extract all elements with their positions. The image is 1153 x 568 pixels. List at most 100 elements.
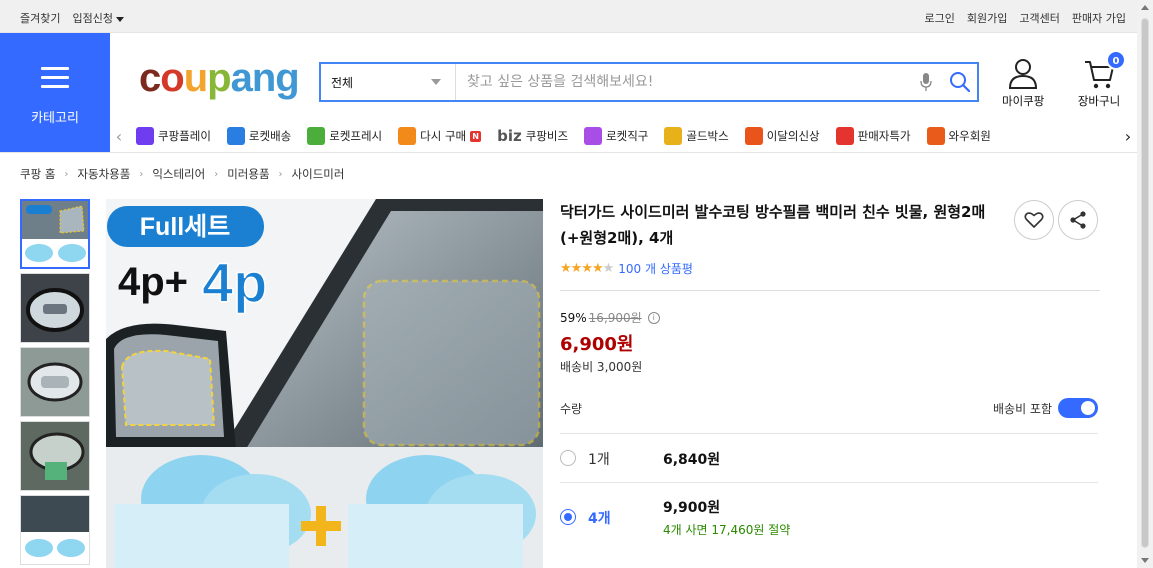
quick-nav-bar: ‹ 쿠팡플레이 로켓배송 로켓프레시 다시 구매 N biz 쿠팡비즈 로켓직구 골드박스 이달의…: [110, 120, 1137, 152]
quick-nav-label: 이달의신상: [766, 129, 820, 143]
quick-nav-items: 쿠팡플레이 로켓배송 로켓프레시 다시 구매 N biz 쿠팡비즈 로켓직구 골드박스 이달의신상…: [128, 120, 1119, 152]
thumbnail-1[interactable]: [20, 199, 90, 269]
thumbnail-4[interactable]: [20, 421, 90, 491]
share-button[interactable]: [1058, 200, 1098, 240]
quick-nav-label: 쿠팡플레이: [158, 129, 211, 143]
chevron-down-icon: [115, 16, 124, 22]
logo-letter: g: [275, 56, 299, 100]
option-2-row[interactable]: 4개 9,900원 4개 사면 17,460원 절약: [560, 483, 1098, 553]
quick-nav-item[interactable]: 로켓직구: [584, 127, 648, 145]
signup-link[interactable]: 회원가입: [967, 10, 1007, 26]
nav-prev-arrow-icon[interactable]: ‹: [110, 120, 128, 152]
chevron-right-icon: ›: [139, 168, 144, 180]
shipping-fee: 배송비 3,000원: [560, 360, 643, 374]
option-2-price: 9,900원: [663, 500, 721, 516]
chevron-right-icon: ›: [64, 168, 69, 180]
discount-row: 59% 16,900원 i: [560, 309, 1100, 326]
scroll-down-arrow-icon[interactable]: [1141, 558, 1149, 563]
quantity-row: 수량 배송비 포함: [560, 396, 1098, 420]
star-icon: ★: [560, 261, 572, 276]
quick-nav-item[interactable]: 골드박스: [664, 127, 729, 145]
thumbnail-list: [20, 199, 90, 568]
thumbnail-2[interactable]: [20, 273, 90, 343]
breadcrumb-item[interactable]: 사이드미러: [292, 166, 345, 182]
customer-center-link[interactable]: 고객센터: [1019, 10, 1059, 26]
info-icon[interactable]: i: [647, 311, 660, 324]
main-image-subline-right: 4p: [202, 251, 267, 314]
mypage-button[interactable]: 마이쿠팡: [1002, 58, 1044, 109]
discount-rate: 59%: [560, 310, 587, 325]
option-2-radio[interactable]: [560, 509, 576, 525]
review-count-link[interactable]: 100 개 상품평: [618, 260, 693, 277]
search-category-select[interactable]: 전체: [321, 64, 456, 100]
coupang-logo[interactable]: coupang: [139, 56, 300, 100]
dropdown-arrow-icon: [431, 79, 441, 85]
quick-nav-item[interactable]: 판매자특가: [835, 127, 911, 145]
logo-letter: p: [207, 56, 231, 100]
heart-icon: [1024, 212, 1044, 228]
thumbnail-5[interactable]: [20, 495, 90, 565]
category-menu-button[interactable]: 카테고리: [0, 33, 110, 152]
thumbnail-3[interactable]: [20, 347, 90, 417]
rocket-fresh-icon: [307, 127, 326, 145]
breadcrumb-item[interactable]: 자동차용품: [77, 166, 130, 182]
quick-nav-item[interactable]: 다시 구매 N: [398, 127, 482, 145]
breadcrumb-item[interactable]: 미러용품: [227, 166, 269, 182]
header-divider: [0, 152, 1137, 153]
quantity-label: 수량: [560, 402, 583, 416]
main-image-subline-left: 4p+: [118, 260, 188, 304]
login-link[interactable]: 로그인: [925, 10, 955, 26]
search-icon[interactable]: [943, 64, 977, 100]
breadcrumb-item[interactable]: 익스테리어: [152, 166, 205, 182]
quick-nav-label: 로켓프레시: [329, 129, 383, 143]
logo-letter: c: [139, 56, 161, 100]
seller-deal-icon: [835, 127, 854, 145]
new-badge: N: [470, 130, 482, 142]
goldbox-icon: [664, 127, 683, 145]
nav-next-arrow-icon[interactable]: ›: [1119, 120, 1137, 152]
quick-nav-item[interactable]: 로켓배송: [226, 127, 291, 145]
option-2-saving: 4개 사면 17,460원 절약: [663, 523, 791, 537]
option-1-row[interactable]: 1개 6,840원: [560, 434, 1098, 482]
star-icon: ★: [602, 261, 615, 276]
original-price: 16,900원: [588, 311, 642, 325]
seller-apply-menu[interactable]: 입점신청: [72, 10, 124, 26]
chevron-right-icon: ›: [278, 168, 283, 180]
microphone-icon[interactable]: [909, 64, 943, 100]
chevron-right-icon: ›: [214, 168, 219, 180]
quick-nav-item[interactable]: 로켓프레시: [307, 127, 382, 145]
wishlist-button[interactable]: [1014, 200, 1054, 240]
product-title: 닥터가드 사이드미러 발수코팅 방수필름 백미러 친수 빗물, 원형2매(+원형…: [560, 203, 986, 247]
shipping-included-label: 배송비 포함: [992, 402, 1052, 416]
option-1-radio[interactable]: [560, 450, 576, 466]
quick-nav-item[interactable]: biz 쿠팡비즈: [497, 127, 568, 145]
main-product-image[interactable]: Full세트 4p+ 4p: [106, 199, 543, 568]
cart-button[interactable]: 0 장바구니: [1074, 50, 1126, 109]
seller-signup-link[interactable]: 판매자 가입: [1072, 10, 1126, 26]
breadcrumb: 쿠팡 홈 › 자동차용품 › 익스테리어 › 미러용품 › 사이드미러: [20, 166, 344, 182]
option-1-price: 6,840원: [663, 452, 721, 468]
sale-price: 6,900원: [560, 334, 634, 355]
quick-nav-label: 와우회원: [948, 129, 991, 143]
biz-icon: biz: [497, 127, 522, 145]
quick-nav-item[interactable]: 쿠팡플레이: [136, 127, 211, 145]
rebuy-icon: [398, 127, 417, 145]
main-image-headline: Full세트: [140, 213, 230, 241]
new-arrivals-icon: [744, 127, 763, 145]
favorites-link[interactable]: 즐겨찾기: [20, 10, 60, 26]
mypage-label: 마이쿠팡: [1002, 94, 1045, 108]
option-1-count: 1개: [588, 452, 610, 468]
product-photo: Full세트 4p+ 4p: [106, 199, 543, 568]
price-divider: [560, 290, 1100, 291]
quick-nav-item[interactable]: 와우회원: [926, 127, 991, 145]
scroll-up-arrow-icon[interactable]: [1141, 5, 1149, 10]
vertical-scrollbar[interactable]: [1137, 0, 1153, 568]
star-icon: ★: [570, 261, 583, 276]
breadcrumb-item[interactable]: 쿠팡 홈: [20, 166, 55, 182]
seller-apply-label: 입점신청: [72, 12, 113, 25]
quick-nav-item[interactable]: 이달의신상: [744, 127, 820, 145]
shipping-included-toggle[interactable]: [1058, 398, 1098, 418]
search-input[interactable]: [456, 64, 909, 100]
scrollbar-thumb[interactable]: [1141, 18, 1149, 548]
hamburger-icon: [41, 67, 69, 89]
